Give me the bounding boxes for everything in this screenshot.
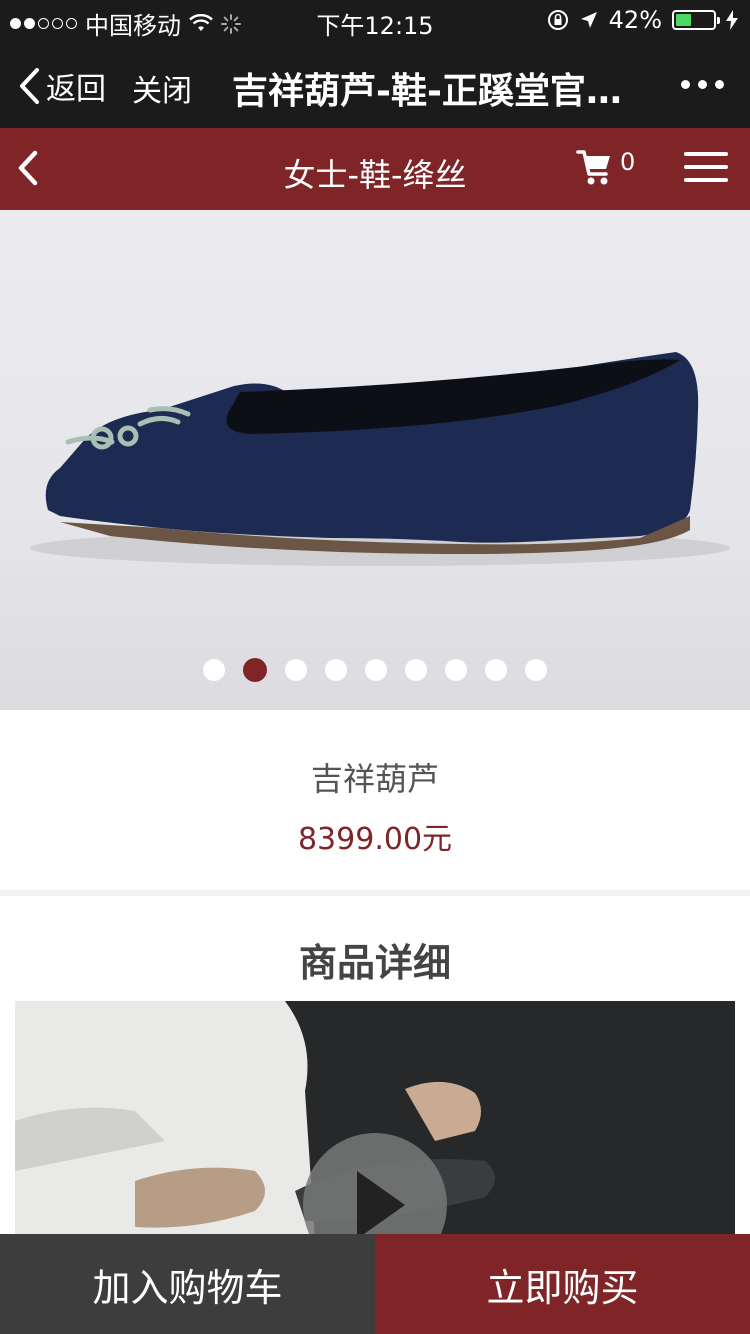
add-to-cart-button[interactable]: 加入购物车 xyxy=(0,1234,375,1334)
details-heading: 商品详细 xyxy=(298,941,451,985)
carousel-dot[interactable] xyxy=(365,659,387,681)
rotation-lock-icon xyxy=(547,10,568,30)
carousel-dot[interactable] xyxy=(405,659,427,681)
status-bar-right: 42% xyxy=(547,6,738,34)
battery-level-fill xyxy=(676,14,692,26)
carousel-dot[interactable] xyxy=(325,659,347,681)
carousel-dot-active[interactable] xyxy=(243,658,267,682)
product-image-carousel[interactable] xyxy=(0,210,750,710)
battery-icon xyxy=(672,10,720,30)
bottom-action-bar: 加入购物车 立即购买 xyxy=(0,1234,750,1334)
page-title: 吉祥葫芦-鞋-正蹊堂官… xyxy=(232,71,622,112)
site-header: 女士-鞋-绛丝 0 xyxy=(0,128,750,210)
shopping-cart-icon xyxy=(576,150,610,185)
carousel-dot[interactable] xyxy=(285,659,307,681)
carousel-dot[interactable] xyxy=(445,659,467,681)
chevron-left-icon xyxy=(20,68,39,104)
back-label: 返回 xyxy=(46,72,106,107)
category-title: 女士-鞋-绛丝 xyxy=(283,156,467,194)
product-name: 吉祥葫芦 xyxy=(310,760,439,798)
wechat-nav-bar: 返回 关闭 吉祥葫芦-鞋-正蹊堂官… xyxy=(0,40,750,128)
back-button[interactable]: 返回 xyxy=(18,64,106,108)
carousel-dot[interactable] xyxy=(485,659,507,681)
battery-percent: 42% xyxy=(608,6,662,34)
product-video[interactable] xyxy=(15,1001,735,1241)
buy-now-button[interactable]: 立即购买 xyxy=(375,1234,750,1334)
cart-count-badge: 0 xyxy=(620,148,636,176)
status-bar: 中国移动 下午12:15 42% xyxy=(0,0,750,40)
location-arrow-icon xyxy=(580,12,597,28)
product-info: 吉祥葫芦 8399.00元 xyxy=(0,710,750,890)
shoe-photo xyxy=(30,352,730,566)
close-button[interactable]: 关闭 xyxy=(132,66,192,110)
charging-bolt-icon xyxy=(726,10,738,30)
carousel-dot[interactable] xyxy=(203,659,225,681)
cart-button[interactable]: 0 xyxy=(576,148,635,186)
carousel-pagination xyxy=(0,658,750,682)
more-dots-icon[interactable] xyxy=(681,80,724,89)
carousel-dot[interactable] xyxy=(525,659,547,681)
product-price: 8399.00元 xyxy=(297,822,453,857)
hamburger-menu-icon[interactable] xyxy=(684,152,728,191)
